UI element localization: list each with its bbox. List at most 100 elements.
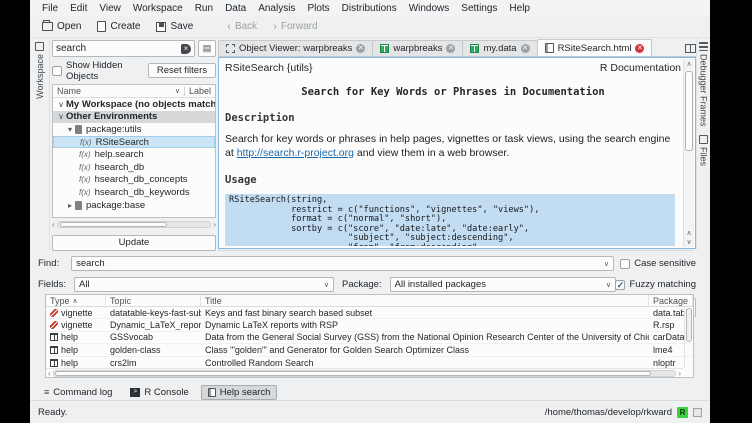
result-row[interactable]: vignette Dynamic_LaTeX_reports_with_RSP … bbox=[46, 319, 693, 331]
create-button[interactable]: Create bbox=[91, 19, 146, 34]
debugger-frames-icon bbox=[699, 42, 708, 51]
result-row[interactable]: help golden-class Class '"golden"' and G… bbox=[46, 344, 693, 356]
clear-search-icon[interactable]: × bbox=[181, 44, 191, 54]
back-button[interactable]: ‹Back bbox=[221, 19, 263, 34]
status-message: Ready. bbox=[38, 407, 67, 418]
menu-workspace[interactable]: Workspace bbox=[127, 2, 189, 15]
tab-warpbreaks[interactable]: warpbreaks ✕ bbox=[372, 40, 463, 56]
menu-edit[interactable]: Edit bbox=[64, 2, 93, 15]
results-vertical-scrollbar[interactable] bbox=[684, 307, 693, 368]
results-horizontal-scrollbar[interactable]: ‹ › bbox=[46, 368, 683, 377]
package-combobox[interactable]: All installed packages∨ bbox=[390, 277, 616, 292]
tree-item-package-base[interactable]: ▸package:base bbox=[53, 199, 215, 212]
forward-button[interactable]: ›Forward bbox=[267, 19, 323, 34]
scroll-left-icon[interactable]: ‹ bbox=[48, 369, 51, 378]
tree-item-package-utils[interactable]: ▾package:utils bbox=[53, 123, 215, 136]
result-row[interactable]: vignette datatable-keys-fast-subset Keys… bbox=[46, 307, 693, 319]
fuzzy-matching-checkbox[interactable]: ✓ bbox=[615, 280, 625, 290]
tab-my-data[interactable]: my.data ✕ bbox=[462, 40, 537, 56]
expander-icon[interactable]: ▾ bbox=[65, 125, 75, 134]
column-package[interactable]: Package bbox=[649, 295, 693, 306]
expander-icon[interactable]: ∨ bbox=[56, 112, 66, 121]
data-table-icon bbox=[470, 44, 479, 53]
result-row[interactable]: help GSSvocab Data from the General Soci… bbox=[46, 332, 693, 344]
function-icon: f(x) bbox=[79, 188, 91, 197]
files-dock-tab[interactable]: Files bbox=[697, 131, 710, 170]
tree-item-hsearch-db-keywords[interactable]: f(x)hsearch_db_keywords bbox=[53, 186, 215, 199]
menu-analysis[interactable]: Analysis bbox=[252, 2, 301, 15]
fields-label: Fields: bbox=[38, 279, 66, 290]
left-dock-strip: Workspace bbox=[30, 38, 50, 250]
menu-windows[interactable]: Windows bbox=[403, 2, 456, 15]
close-tab-icon[interactable]: ✕ bbox=[521, 44, 530, 53]
menu-help[interactable]: Help bbox=[503, 2, 536, 15]
usage-code-block[interactable]: RSiteSearch(string, restrict = c("functi… bbox=[225, 194, 675, 246]
find-combobox[interactable]: search∨ bbox=[71, 256, 614, 271]
object-viewer-icon bbox=[226, 44, 235, 53]
scroll-left-icon[interactable]: ‹ bbox=[52, 220, 55, 229]
r-console-tab[interactable]: >R Console bbox=[124, 386, 194, 399]
close-tab-icon[interactable]: ✕ bbox=[446, 44, 455, 53]
vignette-icon bbox=[50, 321, 58, 329]
menu-data[interactable]: Data bbox=[219, 2, 252, 15]
update-button[interactable]: Update bbox=[52, 235, 216, 251]
r-engine-status-badge: R bbox=[677, 407, 688, 418]
tree-item-my-workspace[interactable]: ∨My Workspace (no objects matching filte… bbox=[53, 98, 215, 111]
data-table-icon bbox=[380, 44, 389, 53]
tab-object-viewer-warpbreaks[interactable]: Object Viewer: warpbreaks ✕ bbox=[218, 40, 373, 56]
help-search-panel: Find: search∨ Case sensitive Fields: All… bbox=[30, 252, 710, 294]
help-search-tab[interactable]: Help search bbox=[201, 385, 278, 400]
tree-item-hsearch-db[interactable]: f(x)hsearch_db bbox=[53, 161, 215, 174]
menubar: File Edit View Workspace Run Data Analys… bbox=[30, 0, 710, 16]
object-search-input[interactable]: search × bbox=[52, 40, 195, 57]
close-tab-icon[interactable]: ✕ bbox=[635, 44, 644, 53]
reset-filters-button[interactable]: Reset filters bbox=[148, 63, 216, 78]
bottom-tool-tabs: ≡Command log >R Console Help search bbox=[30, 384, 710, 400]
command-log-tab[interactable]: ≡Command log bbox=[38, 386, 118, 399]
tree-horizontal-scrollbar[interactable]: ‹ › bbox=[52, 220, 216, 229]
main-toolbar: Open Create Save ‹Back ›Forward bbox=[30, 16, 710, 38]
menu-run[interactable]: Run bbox=[189, 2, 219, 15]
save-button[interactable]: Save bbox=[150, 19, 199, 34]
document-scrollbar[interactable]: ∧ ∧ ∨ bbox=[683, 59, 694, 247]
usage-heading: Usage bbox=[225, 174, 681, 186]
panel-splitter[interactable] bbox=[218, 250, 694, 251]
filter-options-button[interactable]: ▤ bbox=[198, 40, 216, 57]
menu-plots[interactable]: Plots bbox=[301, 2, 335, 15]
open-button[interactable]: Open bbox=[36, 19, 87, 34]
expander-icon[interactable]: ∨ bbox=[56, 100, 66, 109]
split-view-icon[interactable] bbox=[685, 44, 696, 53]
fields-combobox[interactable]: All∨ bbox=[74, 277, 334, 292]
back-icon: ‹ bbox=[227, 22, 231, 32]
help-document: RSiteSearch {utils} R Documentation Sear… bbox=[218, 57, 696, 249]
tree-item-help-search[interactable]: f(x)help.search bbox=[53, 148, 215, 161]
show-hidden-checkbox[interactable] bbox=[52, 66, 62, 76]
debugger-frames-dock-tab[interactable]: Debugger Frames bbox=[697, 38, 710, 131]
expander-icon[interactable]: ▸ bbox=[65, 201, 75, 210]
tab-rsitesearch-html[interactable]: RSiteSearch.html ✕ bbox=[537, 39, 653, 56]
search-r-project-link[interactable]: http://search.r-project.org bbox=[237, 147, 354, 159]
tree-item-hsearch-db-concepts[interactable]: f(x)hsearch_db_concepts bbox=[53, 174, 215, 187]
column-dropdown-icon[interactable]: ∨ bbox=[175, 87, 180, 95]
working-directory: /home/thomas/develop/rkward bbox=[545, 407, 672, 418]
scroll-right-icon[interactable]: › bbox=[678, 369, 681, 378]
menu-settings[interactable]: Settings bbox=[455, 2, 503, 15]
tree-item-rsitesearch[interactable]: f(x)RSiteSearch bbox=[53, 136, 215, 149]
column-name[interactable]: Name bbox=[57, 86, 175, 96]
tree-item-other-environments[interactable]: ∨Other Environments bbox=[53, 111, 215, 124]
column-title[interactable]: Title bbox=[201, 295, 649, 306]
help-icon bbox=[50, 346, 58, 354]
forward-icon: › bbox=[273, 22, 277, 32]
help-icon bbox=[50, 333, 58, 341]
function-icon: f(x) bbox=[79, 163, 91, 172]
column-type[interactable]: Type∧ bbox=[46, 295, 106, 306]
case-sensitive-checkbox[interactable] bbox=[620, 259, 630, 269]
menu-view[interactable]: View bbox=[93, 2, 127, 15]
column-topic[interactable]: Topic bbox=[106, 295, 201, 306]
column-label[interactable]: Label bbox=[189, 86, 211, 96]
menu-distributions[interactable]: Distributions bbox=[336, 2, 403, 15]
menu-file[interactable]: File bbox=[36, 2, 64, 15]
scroll-right-icon[interactable]: › bbox=[213, 220, 216, 229]
workspace-dock-tab[interactable]: Workspace bbox=[30, 38, 49, 103]
close-tab-icon[interactable]: ✕ bbox=[356, 44, 365, 53]
